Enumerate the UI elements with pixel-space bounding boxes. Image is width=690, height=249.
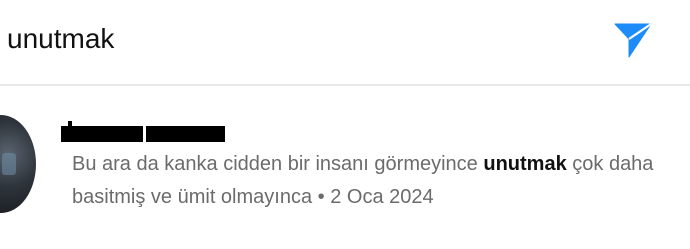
search-bar xyxy=(0,0,690,78)
redacted-username xyxy=(61,126,225,142)
search-screen: Bu ara da kanka cidden bir insanı görmey… xyxy=(0,0,690,249)
message-date: 2 Oca 2024 xyxy=(330,186,434,208)
paper-plane-icon xyxy=(614,23,652,58)
message-snippet[interactable]: Bu ara da kanka cidden bir insanı görmey… xyxy=(72,148,672,214)
avatar[interactable] xyxy=(0,115,36,213)
send-button[interactable] xyxy=(612,18,654,60)
divider xyxy=(0,84,690,86)
avatar-image-detail xyxy=(2,153,16,175)
message-text-before: Bu ara da kanka cidden bir insanı görmey… xyxy=(72,153,484,175)
search-input[interactable] xyxy=(7,19,567,59)
redaction-gap xyxy=(143,126,146,142)
highlighted-keyword: unutmak xyxy=(483,153,567,175)
date-separator: • xyxy=(312,186,331,208)
